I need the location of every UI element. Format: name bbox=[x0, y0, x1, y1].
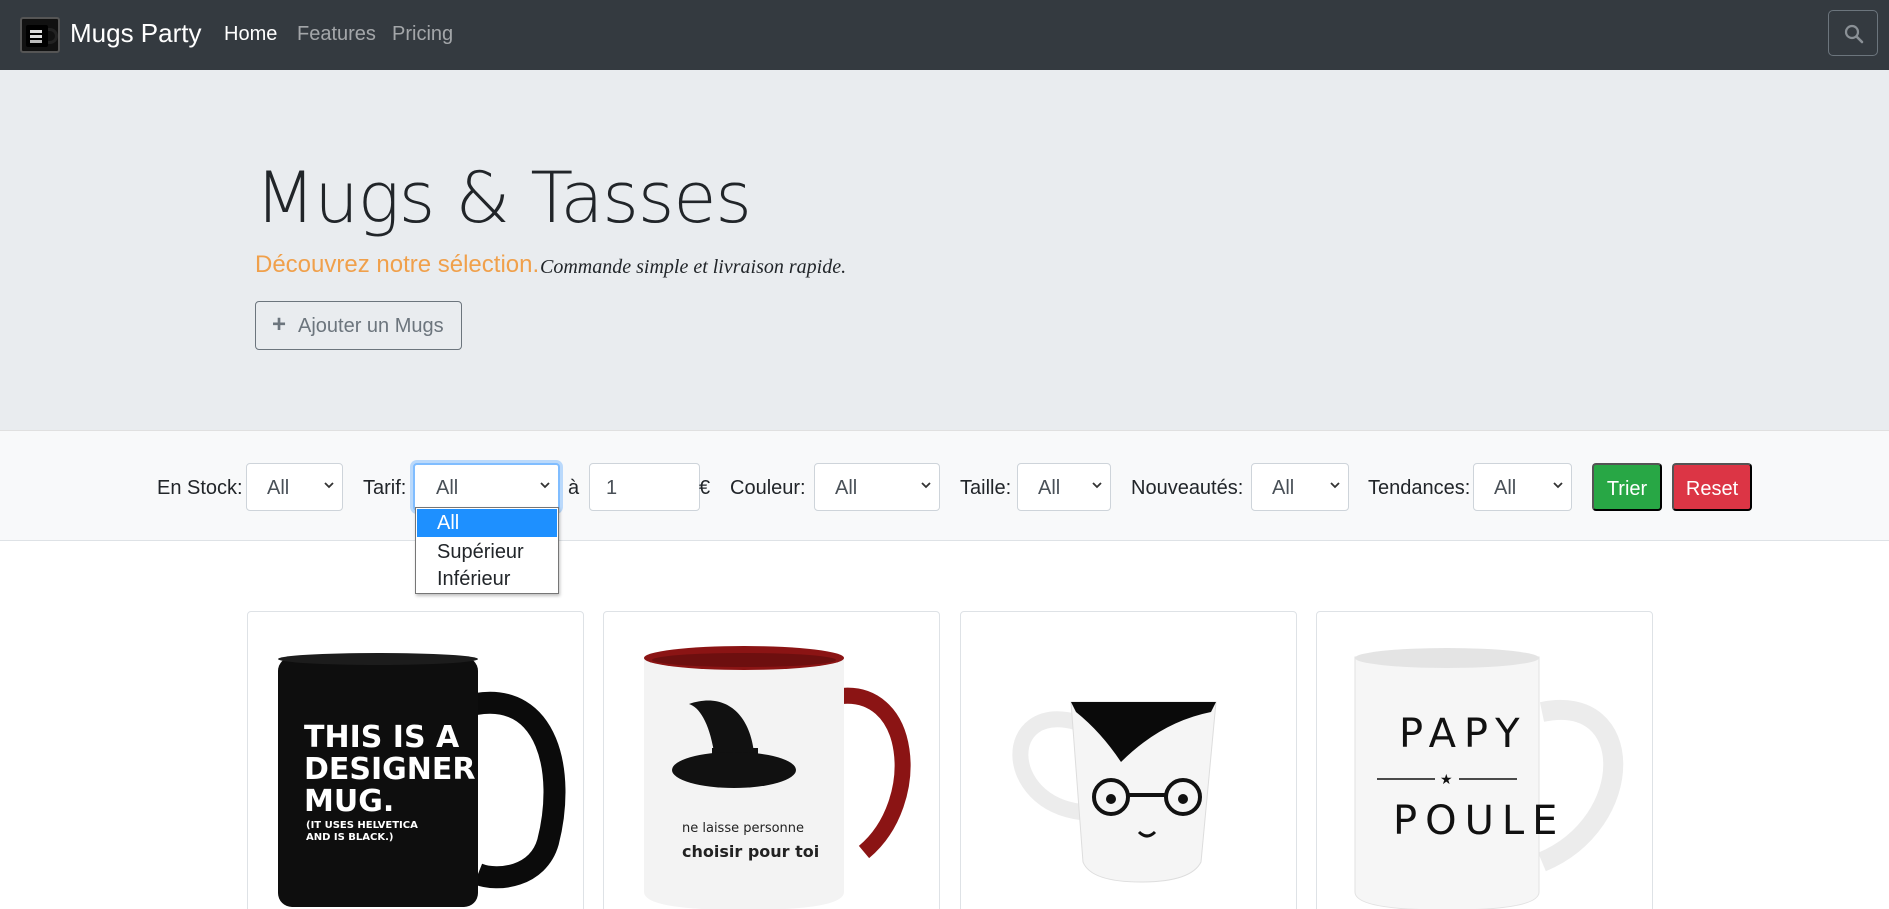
add-mug-label: Ajouter un Mugs bbox=[298, 315, 444, 337]
chevron-down-icon bbox=[540, 482, 550, 489]
chevron-down-icon bbox=[1330, 482, 1340, 489]
trier-button[interactable]: Trier bbox=[1592, 463, 1662, 511]
mug-print-line: AND IS BLACK.) bbox=[306, 832, 394, 843]
mug-print-line: ★ bbox=[1440, 772, 1453, 788]
currency-label: € bbox=[699, 477, 711, 499]
mug-print-line: MUG. bbox=[304, 784, 394, 819]
a-label: à bbox=[568, 477, 580, 499]
product-card[interactable] bbox=[960, 611, 1297, 909]
nouveautes-select[interactable]: All bbox=[1251, 463, 1349, 511]
chevron-down-icon bbox=[1092, 482, 1102, 489]
price-value: 1 bbox=[606, 477, 618, 499]
papy-poule-mug-image: PAPY ★ POULE bbox=[1354, 648, 1624, 909]
couleur-label: Couleur: bbox=[730, 477, 806, 499]
brand-name[interactable]: Mugs Party bbox=[70, 16, 202, 50]
black-designer-mug-image: THIS IS A DESIGNER MUG. (IT USES HELVETI… bbox=[278, 653, 566, 907]
add-mug-button[interactable]: + Ajouter un Mugs bbox=[255, 301, 462, 350]
chevron-down-icon bbox=[921, 482, 931, 489]
couleur-value: All bbox=[835, 477, 858, 499]
chevron-down-icon bbox=[1553, 482, 1563, 489]
lead-highlight: Découvrez notre sélection. bbox=[255, 251, 540, 278]
tarif-value: All bbox=[436, 477, 459, 499]
search-icon bbox=[1844, 24, 1864, 44]
product-card[interactable]: ne laisse personne choisir pour toi bbox=[603, 611, 940, 909]
mug-print-line: POULE bbox=[1393, 798, 1565, 844]
top-navbar: Mugs Party Home Features Pricing bbox=[0, 0, 1889, 70]
chevron-down-icon bbox=[324, 482, 334, 489]
lead-text: Commande simple et livraison rapide. bbox=[540, 256, 847, 278]
en-stock-label: En Stock: bbox=[157, 477, 243, 499]
tarif-dropdown-list: All Supérieur Inférieur bbox=[415, 507, 559, 594]
nav-link-features[interactable]: Features bbox=[297, 21, 376, 47]
page-title: Mugs & Tasses bbox=[255, 157, 752, 239]
tarif-option-inferieur[interactable]: Inférieur bbox=[417, 565, 557, 593]
taille-label: Taille: bbox=[960, 477, 1012, 499]
product-card[interactable]: THIS IS A DESIGNER MUG. (IT USES HELVETI… bbox=[247, 611, 584, 909]
taille-value: All bbox=[1038, 477, 1061, 499]
en-stock-value: All bbox=[267, 477, 290, 499]
product-card[interactable]: PAPY ★ POULE bbox=[1316, 611, 1653, 909]
search-button[interactable] bbox=[1828, 10, 1878, 56]
taille-select[interactable]: All bbox=[1017, 463, 1111, 511]
reset-button[interactable]: Reset bbox=[1672, 463, 1752, 511]
mug-print-line: THIS IS A bbox=[304, 720, 460, 755]
en-stock-select[interactable]: All bbox=[246, 463, 343, 511]
tarif-select[interactable]: All bbox=[413, 463, 560, 511]
couleur-select[interactable]: All bbox=[814, 463, 940, 511]
filter-bar: En Stock: All Tarif: All à 1 € Couleur: … bbox=[0, 430, 1889, 541]
tendances-label: Tendances: bbox=[1368, 477, 1471, 499]
tarif-option-all[interactable]: All bbox=[417, 509, 557, 537]
tendances-select[interactable]: All bbox=[1473, 463, 1572, 511]
mug-print-line: (IT USES HELVETICA bbox=[306, 820, 418, 831]
mug-print-line: PAPY bbox=[1399, 711, 1528, 757]
nav-link-home[interactable]: Home bbox=[224, 21, 277, 47]
brand-logo-icon[interactable] bbox=[20, 17, 60, 53]
mug-print-line: ne laisse personne bbox=[682, 821, 804, 836]
nouveautes-label: Nouveautés: bbox=[1131, 477, 1244, 499]
plus-icon: + bbox=[272, 311, 287, 338]
tendances-value: All bbox=[1494, 477, 1517, 499]
tarif-option-superieur[interactable]: Supérieur bbox=[417, 538, 557, 566]
tarif-label: Tarif: bbox=[363, 477, 407, 499]
witch-hat-mug-image: ne laisse personne choisir pour toi bbox=[644, 646, 911, 909]
mug-print-line: choisir pour toi bbox=[682, 842, 819, 861]
price-input[interactable]: 1 bbox=[589, 463, 700, 511]
nouveautes-value: All bbox=[1272, 477, 1295, 499]
mug-print-line: DESIGNER bbox=[304, 752, 476, 787]
nav-link-pricing[interactable]: Pricing bbox=[392, 21, 453, 47]
glasses-face-mug-image bbox=[1012, 701, 1217, 883]
hero-jumbotron: Mugs & Tasses Découvrez notre sélection.… bbox=[0, 70, 1889, 430]
